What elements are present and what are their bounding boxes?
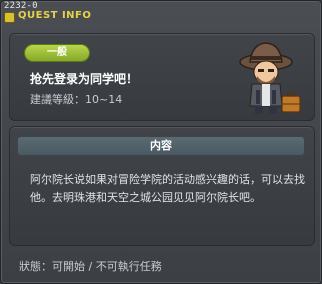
- quest-summary-panel: 一般 抢先登录为同学吧！ 建議等級：10~14: [9, 33, 315, 121]
- title-bar[interactable]: 2232-0 QUEST INFO: [1, 1, 321, 23]
- level-requirement: 建議等級：10~14: [30, 93, 123, 106]
- quest-info-window: 2232-0 QUEST INFO 一般 抢先登录为同学吧！ 建議等級：10~1…: [0, 0, 322, 284]
- quest-name: 抢先登录为同学吧！: [30, 72, 139, 86]
- npc-portrait-icon: [239, 42, 301, 114]
- window-title: QUEST INFO: [18, 10, 92, 21]
- quest-description: 阿尔院长说如果对冒险学院的活动感兴趣的话，可以去找他。去明珠港和天空之城公园见见…: [30, 173, 305, 204]
- content-section-header: 内容: [18, 137, 304, 155]
- quest-square-icon: [4, 12, 15, 23]
- quest-status: 狀態：可開始 / 不可執行任務: [19, 260, 162, 273]
- category-badge: 一般: [24, 44, 90, 62]
- quest-detail-panel: 内容 阿尔院长说如果对冒险学院的活动感兴趣的话，可以去找他。去明珠港和天空之城公…: [9, 126, 315, 246]
